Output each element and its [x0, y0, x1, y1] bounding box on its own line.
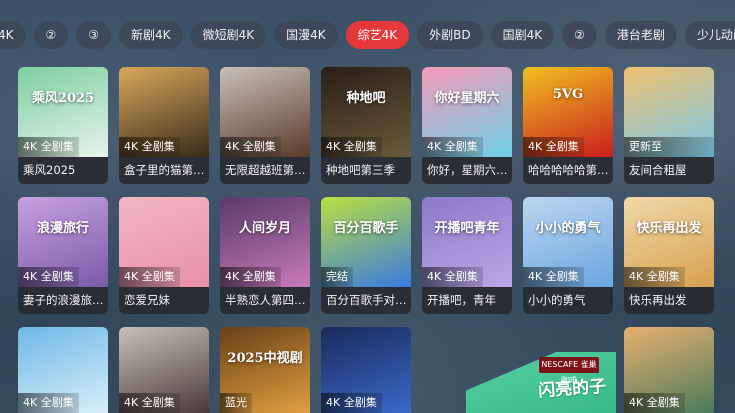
show-poster: 种地吧 4K 全剧集: [321, 67, 411, 157]
show-title: 乘风2025: [18, 157, 108, 184]
quality-badge: 4K 全剧集: [18, 137, 79, 157]
show-card[interactable]: 4K 全剧集 无限超越班第…: [220, 67, 310, 184]
poster-art-title: 你好星期六: [434, 91, 500, 106]
show-poster: 4K 全剧集: [624, 327, 714, 413]
poster-art-title: 乘风2025: [31, 91, 95, 106]
show-poster: 2025中视剧蓝光: [220, 327, 310, 413]
quality-badge: 蓝光: [220, 393, 252, 413]
quality-badge: 4K 全剧集: [18, 267, 79, 287]
show-title: 小小的勇气: [523, 287, 613, 314]
show-poster: 4K 全剧集: [119, 67, 209, 157]
show-poster: 快乐再出发 4K 全剧集: [624, 197, 714, 287]
poster-art-title: 种地吧: [346, 91, 386, 106]
show-card[interactable]: 2025中视剧蓝光: [220, 327, 310, 413]
show-poster: 乘风2025 4K 全剧集: [18, 67, 108, 157]
show-card[interactable]: 开播吧青年 4K 全剧集 开播吧，青年: [422, 197, 512, 314]
show-poster: 4K 全剧集: [119, 327, 209, 413]
poster-art-title: 百分百歌手: [333, 221, 399, 236]
poster-art-title: 5VG: [552, 87, 584, 102]
show-title: 开播吧，青年: [422, 287, 512, 314]
quality-badge: 完结: [321, 267, 353, 287]
promo-brand-logo: NESCAFE 雀巢咖啡: [539, 357, 599, 385]
show-title: 无限超越班第…: [220, 157, 310, 184]
show-card[interactable]: 4K 全剧集 盒子里的猫第…: [119, 67, 209, 184]
show-card[interactable]: 人间岁月 4K 全剧集 半熟恋人第四…: [220, 197, 310, 314]
show-card[interactable]: 4K 全剧集: [624, 327, 714, 413]
show-card[interactable]: 你好星期六 4K 全剧集 你好，星期六…: [422, 67, 512, 184]
show-poster: 人间岁月 4K 全剧集: [220, 197, 310, 287]
poster-art-title: 快乐再出发: [636, 221, 702, 236]
promo-slogan: 闪亮的子: [537, 376, 607, 402]
quality-badge: 4K 全剧集: [119, 267, 180, 287]
show-title: 你好，星期六…: [422, 157, 512, 184]
poster-art-title: 小小的勇气: [535, 221, 601, 236]
show-poster: 更新至2025031…: [624, 67, 714, 157]
quality-badge: 4K 全剧集: [422, 137, 483, 157]
quality-badge: 4K 全剧集: [624, 267, 685, 287]
show-card[interactable]: 5VG 4K 全剧集 哈哈哈哈哈第…: [523, 67, 613, 184]
quality-badge: 更新至2025031…: [624, 137, 714, 157]
quality-badge: 4K 全剧集: [523, 137, 584, 157]
quality-badge: 4K 全剧集: [624, 393, 685, 413]
quality-badge: 4K 全剧集: [321, 393, 382, 413]
show-title: 盒子里的猫第…: [119, 157, 209, 184]
quality-badge: 4K 全剧集: [119, 137, 180, 157]
show-poster: 5VG 4K 全剧集: [523, 67, 613, 157]
poster-art-title: 2025中视剧: [227, 351, 303, 366]
show-poster: 4K 全剧集: [321, 327, 411, 413]
show-title: 哈哈哈哈哈第…: [523, 157, 613, 184]
show-card[interactable]: 4K 全剧集: [119, 327, 209, 413]
quality-badge: 4K 全剧集: [523, 267, 584, 287]
quality-badge: 4K 全剧集: [321, 137, 382, 157]
promo-ad[interactable]: NESCAFE 雀巢咖啡 闪亮的子: [466, 330, 616, 413]
show-poster: 开播吧青年 4K 全剧集: [422, 197, 512, 287]
show-poster: 小小的勇气 4K 全剧集: [523, 197, 613, 287]
show-poster: 4K 全剧集: [220, 67, 310, 157]
show-title: 种地吧第三季: [321, 157, 411, 184]
show-grid: 乘风2025 4K 全剧集 乘风2025 4K 全剧集 盒子里的猫第… 4K 全剧集 无限超…: [0, 0, 735, 413]
show-card[interactable]: 4K 全剧集: [18, 327, 108, 413]
show-title: 快乐再出发: [624, 287, 714, 314]
show-card[interactable]: 百分百歌手完结 百分百歌手对…: [321, 197, 411, 314]
show-poster: 4K 全剧集: [119, 197, 209, 287]
show-poster: 浪漫旅行 4K 全剧集: [18, 197, 108, 287]
show-card[interactable]: 小小的勇气 4K 全剧集 小小的勇气: [523, 197, 613, 314]
show-title: 恋爱兄妹: [119, 287, 209, 314]
show-title: 半熟恋人第四…: [220, 287, 310, 314]
show-card[interactable]: 快乐再出发 4K 全剧集 快乐再出发: [624, 197, 714, 314]
show-card[interactable]: 4K 全剧集: [321, 327, 411, 413]
quality-badge: 4K 全剧集: [18, 393, 79, 413]
quality-badge: 4K 全剧集: [119, 393, 180, 413]
quality-badge: 4K 全剧集: [220, 137, 281, 157]
show-card[interactable]: 种地吧 4K 全剧集 种地吧第三季: [321, 67, 411, 184]
show-title: 妻子的浪漫旅…: [18, 287, 108, 314]
poster-art-title: 开播吧青年: [434, 221, 500, 236]
quality-badge: 4K 全剧集: [220, 267, 281, 287]
show-title: 百分百歌手对…: [321, 287, 411, 314]
show-card[interactable]: 更新至2025031…友间合租屋: [624, 67, 714, 184]
show-poster: 百分百歌手完结: [321, 197, 411, 287]
poster-art-title: 人间岁月: [238, 221, 291, 236]
show-card[interactable]: 乘风2025 4K 全剧集 乘风2025: [18, 67, 108, 184]
show-title: 友间合租屋: [624, 157, 714, 184]
quality-badge: 4K 全剧集: [422, 267, 483, 287]
show-poster: 4K 全剧集: [18, 327, 108, 413]
poster-art-title: 浪漫旅行: [36, 221, 89, 236]
show-card[interactable]: 4K 全剧集 恋爱兄妹: [119, 197, 209, 314]
show-card[interactable]: 浪漫旅行 4K 全剧集 妻子的浪漫旅…: [18, 197, 108, 314]
show-poster: 你好星期六 4K 全剧集: [422, 67, 512, 157]
